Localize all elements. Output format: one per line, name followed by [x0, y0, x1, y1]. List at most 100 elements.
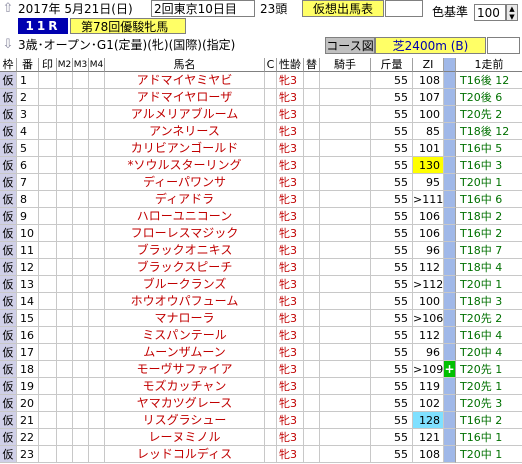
prev-race[interactable]: T16中 3 [456, 157, 522, 174]
jockey-cell[interactable] [320, 293, 371, 310]
horse-name[interactable]: *ソウルスターリング [105, 157, 265, 174]
m2-cell[interactable] [57, 446, 73, 463]
table-row[interactable]: 仮 17 ムーンザムーン 牝3 55 96 T20中 4 [0, 344, 522, 361]
col-zi[interactable]: ZI [413, 58, 444, 72]
waku-cell[interactable]: 仮 [0, 191, 17, 208]
prev-race[interactable]: T18中 4 [456, 259, 522, 276]
m2-cell[interactable] [57, 174, 73, 191]
prev-race[interactable]: T16中 6 [456, 191, 522, 208]
m3-cell[interactable] [73, 191, 89, 208]
col-waku[interactable]: 枠 [0, 58, 17, 72]
horse-name[interactable]: レッドコルディス [105, 446, 265, 463]
jockey-cell[interactable] [320, 72, 371, 89]
jockey-cell[interactable] [320, 412, 371, 429]
mark-cell[interactable] [39, 191, 57, 208]
table-row[interactable]: 仮 14 ホウオウパフューム 牝3 55 100 T18中 3 [0, 293, 522, 310]
jockey-cell[interactable] [320, 106, 371, 123]
m4-cell[interactable] [89, 293, 105, 310]
m4-cell[interactable] [89, 225, 105, 242]
m4-cell[interactable] [89, 378, 105, 395]
m3-cell[interactable] [73, 123, 89, 140]
col-m3[interactable]: M3 [73, 58, 89, 72]
col-change[interactable]: 替 [304, 58, 320, 72]
m3-cell[interactable] [73, 361, 89, 378]
mark-cell[interactable] [39, 327, 57, 344]
horse-name[interactable]: レーヌミノル [105, 429, 265, 446]
horse-name[interactable]: アドマイヤミヤビ [105, 72, 265, 89]
color-basis-spinner[interactable]: ▲ ▼ [506, 4, 518, 21]
mark-cell[interactable] [39, 140, 57, 157]
jockey-cell[interactable] [320, 208, 371, 225]
jockey-cell[interactable] [320, 140, 371, 157]
mark-cell[interactable] [39, 259, 57, 276]
table-row[interactable]: 仮 6 *ソウルスターリング 牝3 55 130 T16中 3 [0, 157, 522, 174]
m3-cell[interactable] [73, 412, 89, 429]
m4-cell[interactable] [89, 429, 105, 446]
waku-cell[interactable]: 仮 [0, 412, 17, 429]
prev-race[interactable]: T16中 2 [456, 412, 522, 429]
mark-cell[interactable] [39, 310, 57, 327]
horse-name[interactable]: モーヴサファイア [105, 361, 265, 378]
m3-cell[interactable] [73, 157, 89, 174]
m3-cell[interactable] [73, 72, 89, 89]
mark-cell[interactable] [39, 344, 57, 361]
waku-cell[interactable]: 仮 [0, 310, 17, 327]
m4-cell[interactable] [89, 259, 105, 276]
m2-cell[interactable] [57, 378, 73, 395]
m3-cell[interactable] [73, 140, 89, 157]
mark-cell[interactable] [39, 412, 57, 429]
table-row[interactable]: 仮 21 リスグラシュー 牝3 55 128 T16中 2 [0, 412, 522, 429]
table-row[interactable]: 仮 15 マナローラ 牝3 55 >106 T20先 2 [0, 310, 522, 327]
m2-cell[interactable] [57, 140, 73, 157]
horse-name[interactable]: ミスパンテール [105, 327, 265, 344]
prev-race[interactable]: T16中 4 [456, 327, 522, 344]
m2-cell[interactable] [57, 344, 73, 361]
horse-name[interactable]: アルメリアブルーム [105, 106, 265, 123]
prev-race[interactable]: T16後 12 [456, 72, 522, 89]
mark-cell[interactable] [39, 293, 57, 310]
prev-race[interactable]: T20中 1 [456, 446, 522, 463]
prev-race[interactable]: T16中 5 [456, 140, 522, 157]
table-row[interactable]: 仮 18 モーヴサファイア 牝3 55 >109 + T20先 1 [0, 361, 522, 378]
jockey-cell[interactable] [320, 429, 371, 446]
horse-name[interactable]: マナローラ [105, 310, 265, 327]
m2-cell[interactable] [57, 361, 73, 378]
m2-cell[interactable] [57, 310, 73, 327]
m4-cell[interactable] [89, 276, 105, 293]
mark-cell[interactable] [39, 378, 57, 395]
horse-name[interactable]: アドマイヤローザ [105, 89, 265, 106]
course-extra-field[interactable] [487, 37, 520, 54]
m4-cell[interactable] [89, 140, 105, 157]
waku-cell[interactable]: 仮 [0, 344, 17, 361]
horse-name[interactable]: ムーンザムーン [105, 344, 265, 361]
m4-cell[interactable] [89, 157, 105, 174]
m2-cell[interactable] [57, 225, 73, 242]
prev-race[interactable]: T20中 1 [456, 174, 522, 191]
m2-cell[interactable] [57, 208, 73, 225]
table-row[interactable]: 仮 1 アドマイヤミヤビ 牝3 55 108 T16後 12 [0, 72, 522, 89]
table-row[interactable]: 仮 20 ヤマカツグレース 牝3 55 102 T20先 3 [0, 395, 522, 412]
m2-cell[interactable] [57, 89, 73, 106]
m2-cell[interactable] [57, 412, 73, 429]
prev-race-icon[interactable]: ⇧ [0, 0, 16, 18]
m4-cell[interactable] [89, 89, 105, 106]
m2-cell[interactable] [57, 106, 73, 123]
horse-name[interactable]: フローレスマジック [105, 225, 265, 242]
blank-field[interactable] [385, 0, 423, 17]
table-row[interactable]: 仮 16 ミスパンテール 牝3 55 112 T16中 4 [0, 327, 522, 344]
mark-cell[interactable] [39, 106, 57, 123]
mark-cell[interactable] [39, 72, 57, 89]
table-row[interactable]: 仮 23 レッドコルディス 牝3 55 108 T20中 1 [0, 446, 522, 463]
table-row[interactable]: 仮 9 ハローユニコーン 牝3 55 106 T18中 2 [0, 208, 522, 225]
jockey-cell[interactable] [320, 259, 371, 276]
m3-cell[interactable] [73, 89, 89, 106]
prev-race[interactable]: T20先 2 [456, 106, 522, 123]
table-row[interactable]: 仮 5 カリビアンゴールド 牝3 55 101 T16中 5 [0, 140, 522, 157]
mark-cell[interactable] [39, 242, 57, 259]
table-row[interactable]: 仮 11 ブラックオニキス 牝3 55 96 T18中 7 [0, 242, 522, 259]
m2-cell[interactable] [57, 157, 73, 174]
waku-cell[interactable]: 仮 [0, 446, 17, 463]
jockey-cell[interactable] [320, 395, 371, 412]
mark-cell[interactable] [39, 157, 57, 174]
m3-cell[interactable] [73, 395, 89, 412]
